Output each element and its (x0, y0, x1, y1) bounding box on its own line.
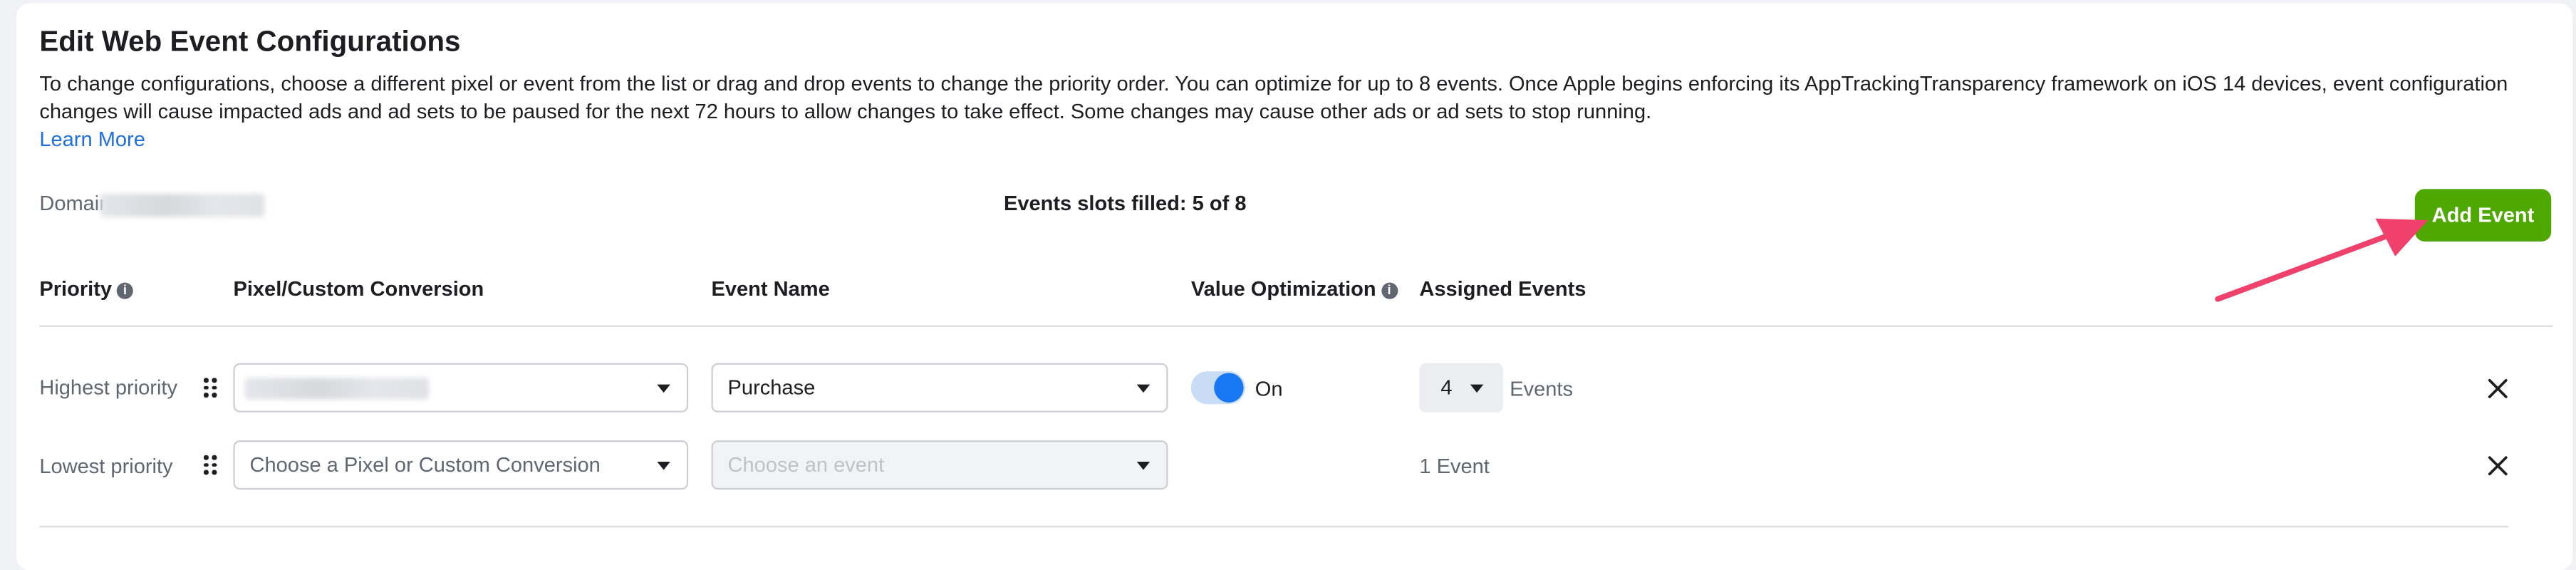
pixel-select[interactable]: Choose a Pixel or Custom Conversion (233, 440, 689, 490)
assigned-events-count: 4 (1440, 376, 1453, 400)
header-priority-label: Priority (39, 277, 113, 301)
row-priority-label: Highest priority (39, 376, 178, 400)
table-bottom-divider (39, 525, 2509, 528)
header-event-name: Event Name (711, 277, 830, 301)
domain-value-redacted (99, 193, 264, 217)
domain-field: Domair (39, 192, 264, 217)
chevron-down-icon (1136, 461, 1151, 470)
header-priority: Priority i (39, 277, 134, 301)
pixel-value-redacted (244, 378, 429, 400)
row-priority-label: Lowest priority (39, 455, 173, 479)
header-value-optimization: Value Optimization i (1191, 278, 1398, 301)
add-event-button[interactable]: Add Event (2414, 189, 2552, 242)
event-select-disabled: Choose an event (711, 440, 1168, 490)
info-icon[interactable]: i (1381, 281, 1398, 299)
assigned-events-text: 1 Event (1419, 455, 1490, 479)
pixel-select[interactable] (233, 363, 689, 413)
close-icon[interactable] (2487, 378, 2508, 399)
event-select-placeholder: Choose an event (727, 453, 885, 477)
chevron-down-icon (1136, 384, 1151, 393)
drag-handle-icon[interactable] (203, 378, 217, 398)
drag-handle-icon[interactable] (203, 455, 217, 475)
events-slots-filled: Events slots filled: 5 of 8 (1003, 192, 1247, 216)
assigned-events-suffix: Events (1510, 378, 1574, 401)
page-canvas: Edit Web Event Configurations To change … (0, 0, 2576, 570)
page-title: Edit Web Event Configurations (39, 24, 461, 58)
chevron-down-icon (657, 461, 670, 470)
value-optimization-toggle[interactable] (1190, 371, 1245, 405)
page-description: To change configurations, choose a diffe… (39, 72, 2508, 123)
close-icon[interactable] (2487, 455, 2508, 477)
header-pixel: Pixel/Custom Conversion (233, 277, 484, 301)
event-select-value: Purchase (727, 376, 816, 400)
pixel-select-placeholder: Choose a Pixel or Custom Conversion (249, 453, 601, 477)
chevron-down-icon (1470, 384, 1484, 393)
value-optimization-state: On (1255, 378, 1283, 401)
assigned-events-count-select[interactable]: 4 (1419, 363, 1503, 413)
domain-label: Domair (39, 192, 106, 216)
toggle-knob (1214, 373, 1244, 403)
learn-more-link[interactable]: Learn More (39, 128, 145, 151)
info-icon[interactable]: i (116, 281, 134, 299)
chevron-down-icon (657, 384, 670, 393)
header-divider (39, 325, 2553, 327)
header-value-optimization-label: Value Optimization (1190, 277, 1376, 301)
event-select[interactable]: Purchase (711, 363, 1168, 413)
header-assigned-events: Assigned Events (1419, 277, 1586, 301)
